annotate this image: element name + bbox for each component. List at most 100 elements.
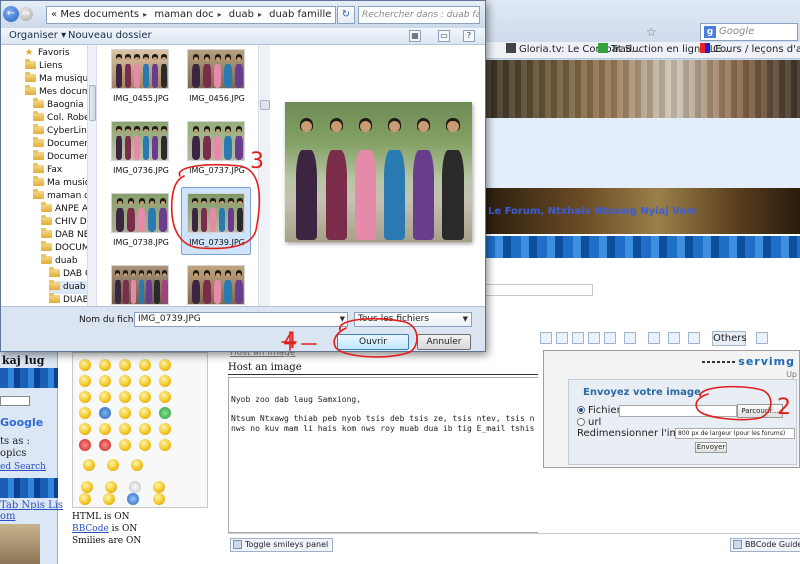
smiley-icon[interactable] (139, 391, 151, 403)
address-segment[interactable]: Mes documents (60, 9, 139, 20)
cancel-button[interactable]: Annuler (417, 334, 471, 350)
bbcode-guide-button[interactable]: BBCode Guide (730, 538, 800, 552)
format-button-icon[interactable] (624, 332, 636, 344)
smiley-icon[interactable] (103, 493, 115, 505)
format-button-icon[interactable] (604, 332, 616, 344)
new-folder-button[interactable]: Nouveau dossier (68, 28, 152, 44)
smiley-icon[interactable] (119, 375, 131, 387)
smiley-icon[interactable] (99, 359, 111, 371)
smiley-icon[interactable] (79, 407, 91, 419)
smiley-icon[interactable] (153, 481, 165, 493)
ghost-smiley-icon[interactable] (129, 481, 141, 493)
smiley-icon[interactable] (159, 423, 171, 435)
left-bottom-link-1[interactable]: Tab Npis Lis (0, 500, 63, 511)
browser-search-input[interactable]: g Google (700, 23, 798, 41)
tree-item[interactable]: ★ Favoris (25, 47, 95, 60)
refresh-icon[interactable]: ↻ (337, 6, 355, 24)
smiley-icon[interactable] (79, 359, 91, 371)
option-file[interactable]: Fichier (577, 405, 621, 416)
tree-scrollbar[interactable] (87, 45, 96, 306)
bookmark-star-icon[interactable]: ☆ (646, 25, 657, 39)
address-bar[interactable]: « Mes documents ▸ maman doc ▸ duab ▸ duab f… (46, 6, 336, 24)
smiley-icon[interactable] (105, 481, 117, 493)
toggle-smileys-button[interactable]: Toggle smileys panel (230, 538, 334, 552)
forum-subject-input[interactable] (485, 284, 593, 296)
chevron-down-icon[interactable]: ▼ (340, 313, 345, 326)
tree-scroll-thumb[interactable] (89, 85, 96, 121)
option-url[interactable]: url (577, 417, 601, 428)
browse-button[interactable]: Parcourir... (737, 404, 783, 418)
resize-select[interactable]: 800 px de largeur (pour les forums) (675, 428, 795, 439)
smiley-icon[interactable] (159, 391, 171, 403)
smiley-icon[interactable] (139, 375, 151, 387)
smiley-icon[interactable] (139, 423, 151, 435)
format-button-icon[interactable] (668, 332, 680, 344)
green-smiley-icon[interactable] (159, 407, 171, 419)
open-button[interactable]: Ouvrir (337, 334, 409, 350)
others-button[interactable]: Others (712, 331, 747, 346)
help-icon[interactable]: ? (463, 30, 475, 42)
preview-pane-icon[interactable]: ▭ (438, 30, 450, 42)
smiley-icon[interactable] (119, 359, 131, 371)
bbcode-link[interactable]: BBCode (72, 524, 109, 534)
red-smiley-icon[interactable] (79, 439, 91, 451)
smiley-icon[interactable] (159, 439, 171, 451)
smiley-icon[interactable] (153, 493, 165, 505)
format-button-icon[interactable] (756, 332, 768, 344)
format-button-icon[interactable] (572, 332, 584, 344)
smiley-icon[interactable] (119, 439, 131, 451)
tree-item[interactable]: Liens (25, 59, 95, 73)
dialog-search-input[interactable]: Rechercher dans : duab famille (358, 6, 480, 24)
smiley-icon[interactable] (83, 459, 95, 471)
format-button-icon[interactable] (540, 332, 552, 344)
star-smiley-icon[interactable] (99, 407, 111, 419)
forum-title-link[interactable]: Le Forum, Ntxhais Ntxawg Nyiaj Vam (488, 206, 697, 217)
view-options-icon[interactable]: ▦ (409, 30, 421, 42)
left-advanced-search-link[interactable]: ed Search (0, 462, 46, 472)
format-button-icon[interactable] (688, 332, 700, 344)
smiley-icon[interactable] (139, 439, 151, 451)
blue-smiley-icon[interactable] (127, 493, 139, 505)
chevron-right-icon[interactable]: ▸ (258, 10, 262, 19)
smiley-icon[interactable] (107, 459, 119, 471)
radio-file[interactable] (577, 406, 585, 414)
smiley-icon[interactable] (99, 391, 111, 403)
red-smiley-icon[interactable] (99, 439, 111, 451)
send-button[interactable]: Envoyer (695, 442, 727, 453)
smiley-icon[interactable] (119, 423, 131, 435)
message-editor[interactable]: Nyob zoo dab laug Samxiong, Ntsum Ntxawg… (228, 377, 538, 533)
smiley-icon[interactable] (139, 359, 151, 371)
format-button-icon[interactable] (588, 332, 600, 344)
smiley-icon[interactable] (79, 375, 91, 387)
address-segment[interactable]: maman doc (154, 9, 213, 20)
smiley-icon[interactable] (119, 391, 131, 403)
smiley-icon[interactable] (81, 481, 93, 493)
chevron-right-icon[interactable]: ▸ (335, 10, 336, 19)
chevron-right-icon[interactable]: ▸ (218, 10, 222, 19)
smiley-icon[interactable] (79, 493, 91, 505)
address-segment[interactable]: duab famille (269, 9, 331, 20)
left-bottom-link-2[interactable]: om (0, 511, 16, 522)
smiley-icon[interactable] (131, 459, 143, 471)
forward-arrow-icon[interactable]: → (19, 7, 33, 21)
radio-url[interactable] (577, 418, 585, 426)
file-path-input[interactable] (619, 405, 737, 417)
smiley-icon[interactable] (119, 407, 131, 419)
files-scroll-thumb[interactable] (260, 100, 270, 110)
smiley-icon[interactable] (99, 423, 111, 435)
smiley-icon[interactable] (99, 375, 111, 387)
format-button-icon[interactable] (648, 332, 660, 344)
smiley-icon[interactable] (159, 375, 171, 387)
left-search-input[interactable] (0, 396, 30, 406)
organize-button[interactable]: Organiser ▾ (9, 28, 66, 44)
filetype-select[interactable]: Tous les fichiers ▼ (354, 312, 472, 327)
smiley-icon[interactable] (79, 391, 91, 403)
format-button-icon[interactable] (556, 332, 568, 344)
smiley-icon[interactable] (79, 423, 91, 435)
filename-input[interactable]: IMG_0739.JPG ▼ (134, 312, 348, 327)
back-arrow-icon[interactable]: ← (3, 6, 19, 22)
tree-item[interactable]: Ma musique (25, 72, 95, 86)
smiley-icon[interactable] (159, 359, 171, 371)
files-scrollbar[interactable] (258, 45, 270, 306)
smiley-icon[interactable] (139, 407, 151, 419)
